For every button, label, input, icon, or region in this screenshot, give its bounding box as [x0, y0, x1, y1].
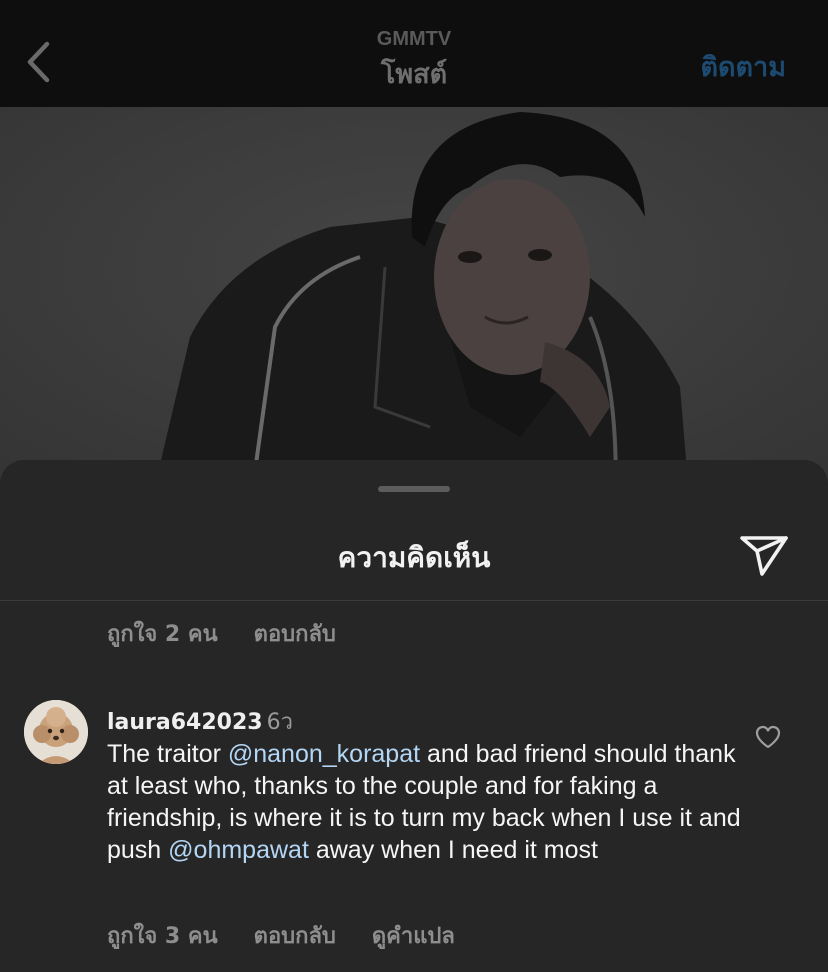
avatar[interactable] — [24, 700, 88, 764]
heart-icon — [755, 725, 781, 749]
follow-button[interactable]: ติดตาม — [700, 45, 786, 88]
comment-username[interactable]: laura642023 — [107, 710, 263, 735]
reply-button[interactable]: ตอบกลับ — [254, 616, 336, 651]
top-bar: GMMTV โพสต์ ติดตาม — [0, 0, 828, 107]
comment-body: The traitor @nanon_korapat and bad frien… — [107, 738, 747, 866]
share-button[interactable] — [738, 532, 790, 578]
comment-text-segment: away when I need it most — [308, 836, 598, 864]
drag-handle[interactable] — [378, 486, 450, 492]
paper-plane-icon — [740, 536, 788, 576]
comment-header: laura642023 6ว — [107, 704, 293, 739]
likes-count[interactable]: ถูกใจ 2 คน — [107, 616, 218, 651]
post-image[interactable] — [0, 107, 828, 507]
comment-timestamp: 6ว — [266, 710, 293, 735]
mention-link[interactable]: @nanon_korapat — [228, 740, 420, 768]
comments-title: ความคิดเห็น — [337, 541, 491, 574]
reply-button[interactable]: ตอบกลับ — [254, 918, 336, 953]
comment-actions: ถูกใจ 3 คน ตอบกลับ ดูคำแปล — [107, 918, 455, 953]
previous-comment-actions: ถูกใจ 2 คน ตอบกลับ — [107, 616, 336, 651]
sheet-divider — [0, 600, 828, 601]
comment-text-segment: The traitor — [107, 740, 228, 768]
post-photo-illustration — [0, 107, 828, 507]
poodle-avatar-icon — [24, 700, 88, 764]
likes-count[interactable]: ถูกใจ 3 คน — [107, 918, 218, 953]
like-comment-button[interactable] — [754, 724, 782, 750]
translate-button[interactable]: ดูคำแปล — [372, 918, 455, 953]
mention-link[interactable]: @ohmpawat — [168, 836, 309, 864]
comments-sheet: ความคิดเห็น ถูกใจ 2 คน ตอบกลับ laura6420… — [0, 460, 828, 972]
